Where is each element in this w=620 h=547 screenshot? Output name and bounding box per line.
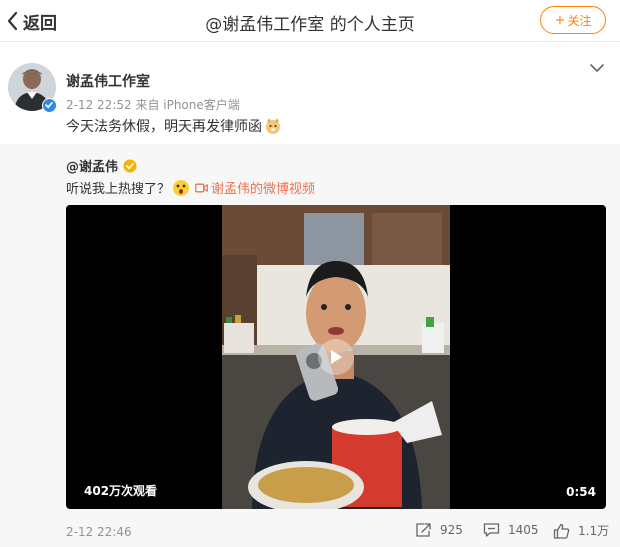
repost-author-name: @谢孟伟	[66, 160, 119, 175]
repost-author[interactable]: @谢孟伟	[66, 156, 137, 175]
like-button[interactable]: 1.1万	[553, 522, 609, 539]
video-duration: 0:54	[566, 485, 596, 499]
follow-button[interactable]: + 关注	[540, 6, 606, 34]
repost-time: 2-12 22:46	[66, 525, 132, 539]
repost-text-content: 听说我上热搜了？	[66, 182, 171, 197]
repost-text: 听说我上热搜了？ 谢孟伟的微博视频	[66, 178, 315, 197]
post-text: 今天法务休假，明天再发律师函	[66, 116, 282, 136]
comment-icon	[483, 523, 500, 537]
view-count: 402万次观看	[84, 484, 158, 498]
post-text-content: 今天法务休假，明天再发律师函	[66, 119, 262, 135]
verified-badge-icon	[42, 98, 57, 113]
play-icon	[331, 350, 342, 364]
video-camera-icon	[195, 183, 208, 192]
post-meta: 2-12 22:52 来自 iPhone客户端	[66, 98, 240, 112]
comment-count: 1405	[508, 523, 539, 537]
share-button[interactable]: 925	[415, 522, 463, 538]
doge-emoji-icon	[266, 118, 280, 134]
reposted-card[interactable]: @谢孟伟 听说我上热搜了？ 谢孟伟的微博视频 402万次观看 0:54 2-12…	[0, 144, 620, 547]
top-bar: 返回 @谢孟伟工作室 的个人主页 + 关注	[0, 0, 620, 42]
video-player[interactable]: 402万次观看 0:54	[66, 205, 606, 509]
chevron-down-icon[interactable]	[590, 63, 604, 73]
share-count: 925	[440, 523, 463, 537]
comment-button[interactable]: 1405	[483, 522, 539, 538]
gold-verified-icon	[123, 159, 137, 172]
plus-icon: +	[554, 12, 566, 28]
thumbs-up-icon	[553, 523, 570, 539]
weibo-post: 谢孟伟工作室 2-12 22:52 来自 iPhone客户端 今天法务休假，明天…	[0, 43, 620, 141]
surprised-emoji-icon	[173, 179, 190, 196]
video-link[interactable]: 谢孟伟的微博视频	[195, 178, 315, 197]
repost-footer: 2-12 22:46 925 1405 1.1万	[0, 517, 620, 545]
like-count: 1.1万	[578, 524, 610, 538]
post-author[interactable]: 谢孟伟工作室	[66, 71, 150, 91]
page-title: @谢孟伟工作室 的个人主页	[205, 15, 415, 35]
play-button[interactable]	[318, 339, 354, 375]
share-icon	[416, 523, 431, 537]
video-link-label: 谢孟伟的微博视频	[211, 182, 316, 197]
follow-label: 关注	[567, 13, 592, 28]
